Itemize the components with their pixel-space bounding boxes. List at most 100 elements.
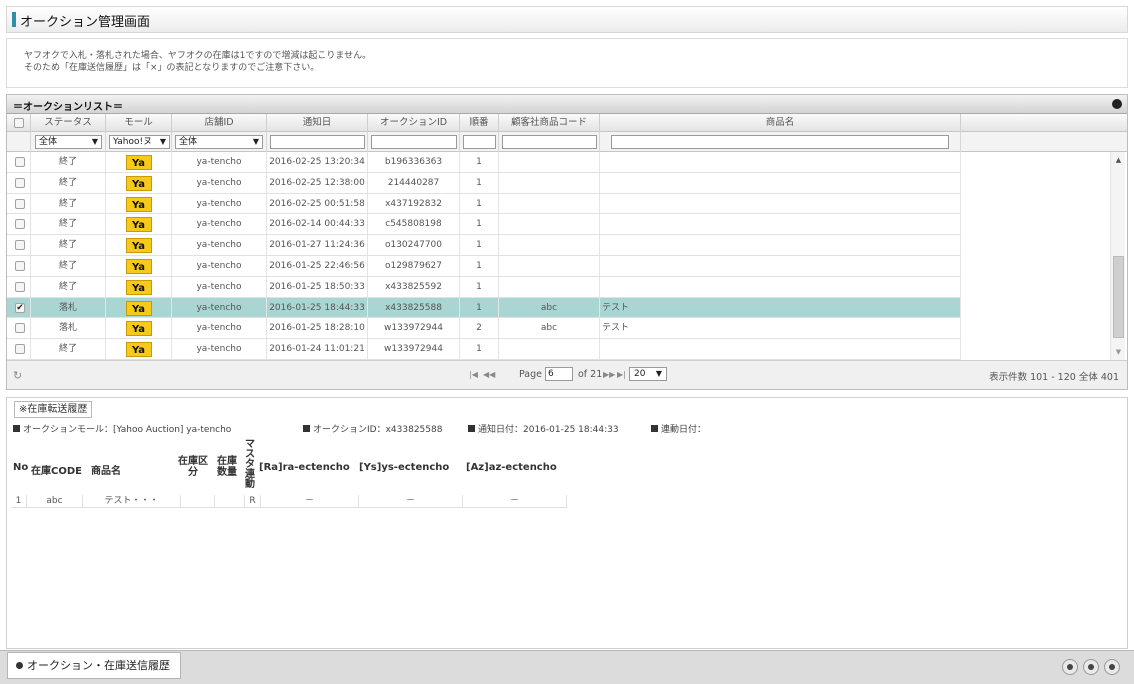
auction-id-cell: x433825592 xyxy=(368,276,460,297)
info-linked-date: 連動日付： xyxy=(651,422,706,435)
detail-row: 1 abc テスト・・・ R － － － xyxy=(11,495,567,508)
detail-header-code: 在庫CODE xyxy=(31,466,82,477)
detail-name-cell: テスト・・・ xyxy=(83,495,181,507)
auction-id-filter-input[interactable] xyxy=(371,135,457,149)
date-cell: 2016-02-25 13:20:34 xyxy=(267,152,368,172)
prev-page-icon[interactable]: ◀◀ xyxy=(483,370,495,379)
rows-per-page-select[interactable]: 20 ▼ xyxy=(629,367,667,381)
column-header-order[interactable]: 順番 xyxy=(460,114,499,132)
order-filter-input[interactable] xyxy=(463,135,496,149)
row-checkbox[interactable] xyxy=(15,157,25,167)
row-checkbox[interactable] xyxy=(15,261,25,271)
table-row[interactable]: 終了 Ya ya-tencho 2016-01-27 11:24:36 o130… xyxy=(7,235,961,256)
product-name-filter-input[interactable] xyxy=(611,135,949,149)
order-cell: 1 xyxy=(460,297,499,318)
row-checkbox-checked[interactable]: ✔ xyxy=(15,302,25,313)
code-cell: abc xyxy=(499,297,600,318)
row-checkbox[interactable] xyxy=(15,281,25,292)
dropdown-arrow-icon: ▼ xyxy=(655,369,662,378)
row-checkbox[interactable] xyxy=(15,177,25,188)
page-number-input[interactable]: 6 xyxy=(545,367,573,381)
table-row[interactable]: 落札 Ya ya-tencho 2016-01-25 18:28:10 w133… xyxy=(7,318,961,340)
vertical-scrollbar[interactable]: ▲ ▼ xyxy=(1110,152,1125,360)
row-checkbox[interactable] xyxy=(15,323,25,334)
yahoo-mall-icon: Ya xyxy=(125,342,152,358)
column-header-product-code[interactable]: 顧客社商品コード xyxy=(499,114,600,132)
close-icon[interactable] xyxy=(1104,659,1120,675)
yahoo-mall-icon: Ya xyxy=(125,155,152,170)
status-cell: 終了 xyxy=(31,214,106,235)
header-select-all[interactable] xyxy=(7,114,31,132)
order-cell: 1 xyxy=(460,339,499,360)
bullet-square-icon xyxy=(651,425,658,432)
status-filter-select[interactable]: 全体 ▼ xyxy=(35,135,102,149)
status-cell: 終了 xyxy=(31,276,106,297)
yahoo-mall-icon: Ya xyxy=(125,175,152,191)
dropdown-arrow-icon: ▼ xyxy=(159,137,166,146)
restore-icon[interactable] xyxy=(1083,659,1099,675)
notice-box: ヤフオクで入札・落札された場合、ヤフオクの在庫は1ですので増減は起こりません。 … xyxy=(6,38,1128,88)
table-row[interactable]: 終了 Ya ya-tencho 2016-01-25 22:46:56 o129… xyxy=(7,256,961,277)
date-cell: 2016-01-25 22:46:56 xyxy=(267,256,368,276)
next-page-icon[interactable]: ▶▶ xyxy=(603,370,615,379)
scroll-down-icon[interactable]: ▼ xyxy=(1111,348,1126,356)
order-cell: 1 xyxy=(460,172,499,193)
store-cell: ya-tencho xyxy=(172,276,267,297)
yahoo-mall-icon: Ya xyxy=(125,196,152,212)
table-row[interactable]: 終了 Ya ya-tencho 2016-02-25 12:38:00 2144… xyxy=(7,172,961,194)
date-filter-input[interactable] xyxy=(270,135,365,149)
product-code-filter-input[interactable] xyxy=(502,135,597,149)
row-checkbox[interactable] xyxy=(15,198,25,209)
minimize-icon[interactable] xyxy=(1062,659,1078,675)
date-cell: 2016-01-25 18:28:10 xyxy=(267,318,368,339)
scroll-up-icon[interactable]: ▲ xyxy=(1111,156,1126,164)
auction-id-cell: o129879627 xyxy=(368,256,460,276)
order-cell: 1 xyxy=(460,276,499,297)
code-cell: abc xyxy=(499,318,600,339)
collapse-icon[interactable] xyxy=(1112,99,1122,109)
store-cell: ya-tencho xyxy=(172,193,267,214)
record-count: 表示件数 101 - 120 全体 401 xyxy=(989,372,1119,383)
store-filter-select[interactable]: 全体 ▼ xyxy=(175,135,263,149)
last-page-icon[interactable]: ▶| xyxy=(617,370,626,379)
column-header-store-id[interactable]: 店舗ID xyxy=(172,114,267,132)
page-total-label: of 21 xyxy=(578,369,603,380)
name-cell xyxy=(600,214,961,235)
column-header-product-name[interactable]: 商品名 xyxy=(600,114,961,132)
detail-header-master: マスタ連動 xyxy=(245,439,255,490)
table-row[interactable]: 終了 Ya ya-tencho 2016-01-24 11:01:21 w133… xyxy=(7,339,961,360)
mall-filter-select[interactable]: Yahoo!ヌ ▼ xyxy=(109,135,170,149)
code-cell xyxy=(499,214,600,235)
code-cell xyxy=(499,256,600,276)
column-header-status[interactable]: ステータス xyxy=(31,114,106,132)
table-row[interactable]: 終了 Ya ya-tencho 2016-02-25 13:20:34 b196… xyxy=(7,152,961,173)
table-row-selected[interactable]: ✔ 落札 Ya ya-tencho 2016-01-25 18:44:33 x4… xyxy=(7,297,961,319)
yahoo-mall-icon: Ya xyxy=(125,259,152,274)
select-all-checkbox[interactable] xyxy=(14,118,24,128)
filter-row: 全体 ▼ Yahoo!ヌ ▼ 全体 ▼ xyxy=(7,132,1127,152)
row-checkbox[interactable] xyxy=(15,240,25,251)
refresh-icon[interactable]: ↻ xyxy=(13,369,22,382)
status-cell: 終了 xyxy=(31,235,106,256)
table-row[interactable]: 終了 Ya ya-tencho 2016-02-25 00:51:58 x437… xyxy=(7,193,961,215)
order-cell: 1 xyxy=(460,152,499,172)
row-checkbox[interactable] xyxy=(15,344,25,355)
store-cell: ya-tencho xyxy=(172,214,267,235)
column-header-auction-id[interactable]: オークションID xyxy=(368,114,460,132)
table-row[interactable]: 終了 Ya ya-tencho 2016-02-14 00:44:33 c545… xyxy=(7,214,961,236)
detail-kubun-cell xyxy=(181,495,215,507)
name-cell xyxy=(600,235,961,256)
status-cell: 落札 xyxy=(31,297,106,318)
order-cell: 1 xyxy=(460,214,499,235)
info-auction-id: オークションID：x433825588 xyxy=(303,422,442,435)
name-cell xyxy=(600,172,961,193)
first-page-icon[interactable]: |◀ xyxy=(469,370,478,379)
tab-auction-inventory-history[interactable]: オークション・在庫送信履歴 xyxy=(7,652,181,679)
row-checkbox[interactable] xyxy=(15,219,25,230)
column-header-notify-date[interactable]: 通知日 xyxy=(267,114,368,132)
table-row[interactable]: 終了 Ya ya-tencho 2016-01-25 18:50:33 x433… xyxy=(7,276,961,298)
column-header-mall[interactable]: モール xyxy=(106,114,172,132)
scrollbar-thumb[interactable] xyxy=(1113,256,1124,338)
page-label: Page xyxy=(519,369,542,380)
dropdown-arrow-icon: ▼ xyxy=(252,137,259,146)
